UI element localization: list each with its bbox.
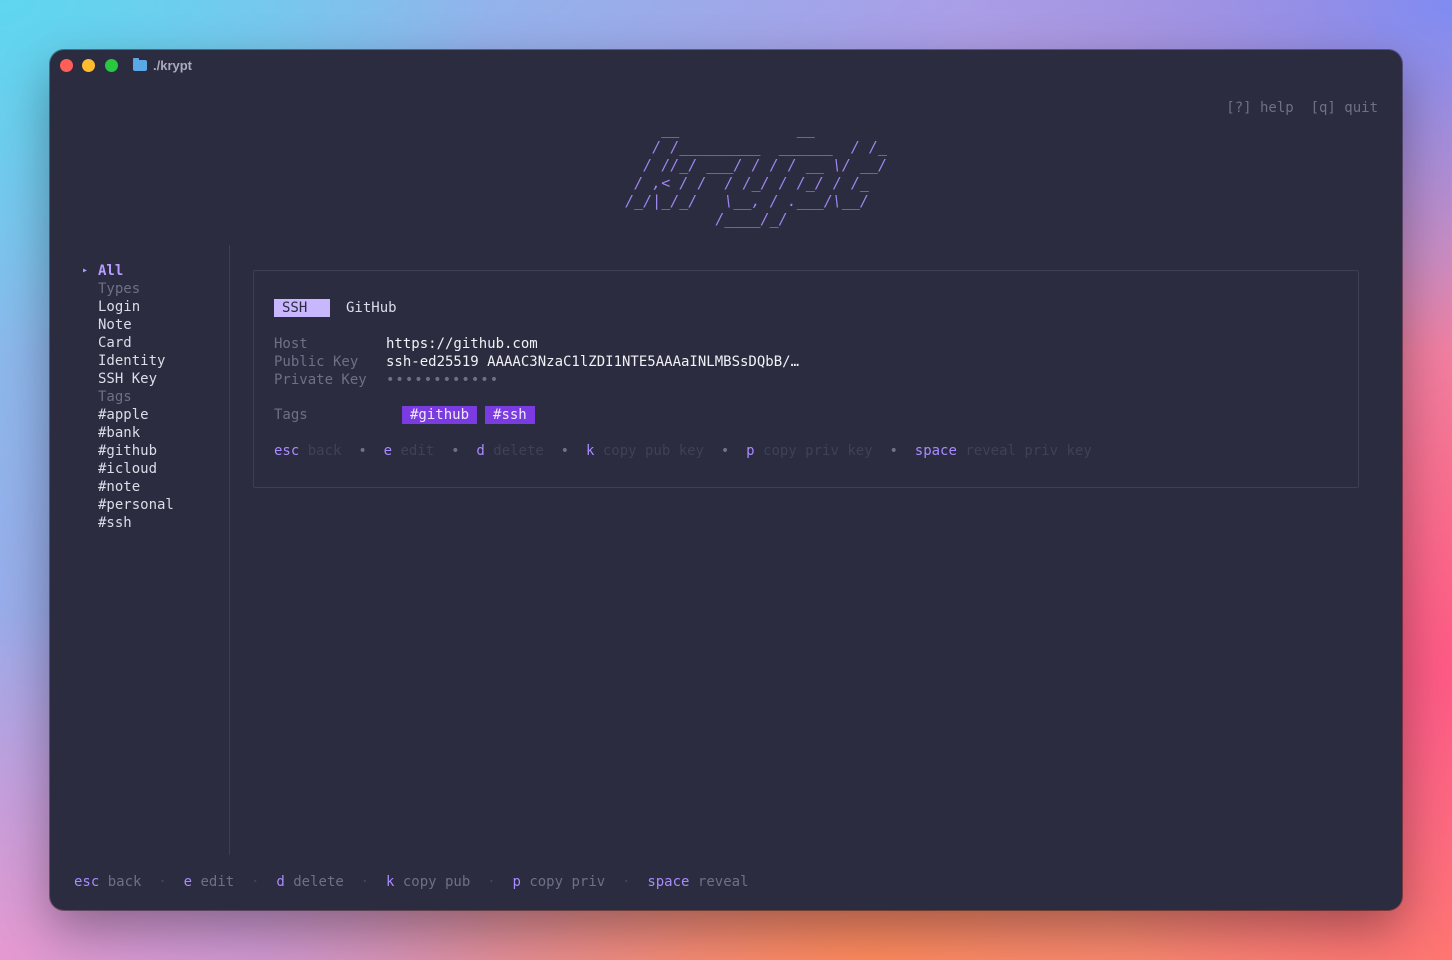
bottom-key-p[interactable]: p xyxy=(512,874,520,890)
sidebar-item-card[interactable]: Card xyxy=(80,334,174,352)
bottom-desc-edit: edit xyxy=(200,874,235,890)
item-fields: Host https://github.com Public Key ssh-e… xyxy=(274,335,799,389)
bottom-separator: · xyxy=(360,874,370,890)
bottom-desc-copy-pub: copy pub xyxy=(402,874,471,890)
field-label: Public Key xyxy=(274,354,359,370)
private-key-value[interactable]: •••••••••••• xyxy=(386,371,499,389)
bottom-desc-back: back xyxy=(107,874,142,890)
terminal-window: ./krypt [?] help [q] quit __ __ / /_____… xyxy=(50,50,1402,910)
detail-key-hints: esc back • e edit • d delete • k copy pu… xyxy=(274,443,1092,459)
bottom-key-space[interactable]: space xyxy=(647,874,689,890)
item-header: SSH GitHub xyxy=(274,299,397,317)
item-detail-panel: SSH GitHub Host https://github.com Publi… xyxy=(253,270,1359,488)
field-public-key: Public Key ssh-ed25519 AAAAC3NzaC1lZDI1N… xyxy=(274,353,799,371)
maximize-window-button[interactable] xyxy=(105,59,118,72)
quit-hint[interactable]: [q] quit xyxy=(1311,100,1378,116)
hint-key-space[interactable]: space xyxy=(915,443,957,459)
hint-key-d[interactable]: d xyxy=(476,443,484,459)
bottom-key-d[interactable]: d xyxy=(276,874,284,890)
sidebar-item-tag-bank[interactable]: #bank xyxy=(80,424,174,442)
item-tags: Tags #github #ssh xyxy=(274,406,543,424)
sidebar-item-login[interactable]: Login xyxy=(80,298,174,316)
hint-key-esc[interactable]: esc xyxy=(274,443,299,459)
sidebar-item-tag-apple[interactable]: #apple xyxy=(80,406,174,424)
sidebar: ▸ All Types Login Note Card Identity SSH … xyxy=(50,245,230,855)
close-window-button[interactable] xyxy=(60,59,73,72)
field-host: Host https://github.com xyxy=(274,335,799,353)
item-name: GitHub xyxy=(346,300,397,316)
hint-key-e[interactable]: e xyxy=(384,443,392,459)
hint-desc-edit: edit xyxy=(400,443,435,459)
field-private-key: Private Key •••••••••••• xyxy=(274,371,799,389)
folder-icon xyxy=(133,58,147,71)
ascii-logo: __ __ / /_________ ______ / /_ / //_/ __… xyxy=(625,120,887,228)
hint-key-p[interactable]: p xyxy=(746,443,754,459)
bottom-separator: · xyxy=(251,874,260,890)
hint-desc-delete: delete xyxy=(493,443,544,459)
hint-desc-copy-priv-key: copy priv key xyxy=(763,443,873,459)
hint-separator: • xyxy=(720,443,730,459)
bottom-separator: · xyxy=(158,874,167,890)
bottom-key-k[interactable]: k xyxy=(386,874,394,890)
hint-separator: • xyxy=(451,443,460,459)
sidebar-item-ssh-key[interactable]: SSH Key xyxy=(80,370,174,388)
hint-separator: • xyxy=(358,443,367,459)
sidebar-list: ▸ All Types Login Note Card Identity SSH … xyxy=(80,262,174,532)
sidebar-item-tag-personal[interactable]: #personal xyxy=(80,496,174,514)
hint-separator: • xyxy=(889,443,898,459)
tags-label: Tags xyxy=(274,407,308,423)
field-label: Private Key xyxy=(274,372,367,388)
bottom-key-hints: esc back · e edit · d delete · k copy pu… xyxy=(74,874,749,890)
bottom-separator: · xyxy=(487,874,496,890)
minimize-window-button[interactable] xyxy=(82,59,95,72)
help-bar: [?] help [q] quit xyxy=(1226,100,1378,116)
host-value[interactable]: https://github.com xyxy=(386,335,538,353)
bottom-desc-delete: delete xyxy=(293,874,344,890)
window-title-group: ./krypt xyxy=(133,58,192,73)
public-key-value[interactable]: ssh-ed25519 AAAAC3NzaC1lZDI1NTE5AAAaINLM… xyxy=(386,353,799,371)
bottom-desc-reveal: reveal xyxy=(697,874,749,890)
hint-separator: • xyxy=(560,443,570,459)
window-title: ./krypt xyxy=(153,58,193,73)
item-type-badge: SSH xyxy=(274,299,330,317)
sidebar-item-note[interactable]: Note xyxy=(80,316,174,334)
bottom-key-e[interactable]: e xyxy=(184,874,192,890)
sidebar-item-tag-icloud[interactable]: #icloud xyxy=(80,460,174,478)
hint-desc-copy-pub-key: copy pub key xyxy=(602,443,704,459)
sidebar-section-tags: Tags xyxy=(98,389,132,405)
sidebar-section-types: Types xyxy=(98,281,141,297)
hint-desc-reveal-priv-key: reveal priv key xyxy=(965,443,1092,459)
hint-desc-back: back xyxy=(307,443,342,459)
hint-key-k[interactable]: k xyxy=(586,443,594,459)
bottom-desc-copy-priv: copy priv xyxy=(529,874,606,890)
tag-chip-github[interactable]: #github xyxy=(402,406,478,424)
bottom-separator: · xyxy=(622,874,631,890)
tag-chip-ssh[interactable]: #ssh xyxy=(485,406,535,424)
sidebar-item-tag-note[interactable]: #note xyxy=(80,478,174,496)
sidebar-item-all[interactable]: ▸ All xyxy=(80,262,174,280)
sidebar-item-identity[interactable]: Identity xyxy=(80,352,174,370)
field-label: Host xyxy=(274,336,308,352)
bottom-key-esc[interactable]: esc xyxy=(74,874,99,890)
sidebar-item-tag-github[interactable]: #github xyxy=(80,442,174,460)
selection-marker-icon: ▸ xyxy=(82,265,89,276)
sidebar-item-tag-ssh[interactable]: #ssh xyxy=(80,514,174,532)
title-bar: ./krypt xyxy=(50,50,1402,84)
help-hint[interactable]: [?] help xyxy=(1226,100,1293,116)
